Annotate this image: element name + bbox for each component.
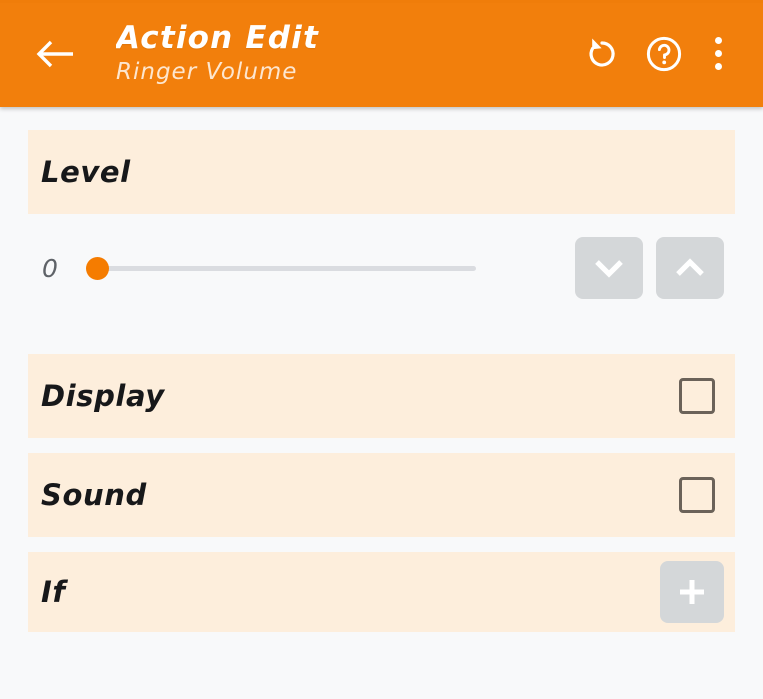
option-row-display[interactable]: Display xyxy=(28,354,735,438)
plus-icon xyxy=(674,574,710,610)
app-header-bar: Action Edit Ringer Volume xyxy=(0,0,763,107)
overflow-menu-button[interactable] xyxy=(695,23,741,85)
help-circle-icon xyxy=(643,33,685,75)
arrow-left-icon xyxy=(35,36,77,72)
chevron-up-icon xyxy=(672,255,708,281)
option-row-sound[interactable]: Sound xyxy=(28,453,735,537)
more-vertical-icon xyxy=(714,37,722,70)
display-checkbox[interactable] xyxy=(679,378,715,414)
slider-track xyxy=(94,265,476,271)
level-decrement-button[interactable] xyxy=(575,237,643,299)
undo-rotate-left-icon xyxy=(582,34,622,74)
level-stepper-group xyxy=(575,237,735,299)
help-button[interactable] xyxy=(633,23,695,85)
header-actions xyxy=(571,23,741,85)
page-subtitle: Ringer Volume xyxy=(116,59,298,84)
back-button[interactable] xyxy=(30,28,82,80)
undo-button[interactable] xyxy=(571,23,633,85)
level-slider-row: 0 xyxy=(28,214,735,322)
header-top-strip xyxy=(0,0,763,3)
chevron-down-icon xyxy=(591,255,627,281)
section-label-level: Level xyxy=(41,155,131,189)
option-label-if: If xyxy=(41,575,66,609)
level-slider[interactable] xyxy=(86,248,476,288)
section-header-level: Level xyxy=(28,130,735,214)
header-titles: Action Edit Ringer Volume xyxy=(116,23,571,84)
if-add-button[interactable] xyxy=(660,561,724,623)
app-screen: Action Edit Ringer Volume Level 0 Displa… xyxy=(0,0,763,699)
level-value-label: 0 xyxy=(42,253,58,283)
settings-content: Level 0 Display Sound If xyxy=(0,130,763,632)
slider-thumb[interactable] xyxy=(86,256,109,280)
page-title: Action Edit xyxy=(116,23,320,56)
option-row-if: If xyxy=(28,552,735,632)
sound-checkbox[interactable] xyxy=(679,477,715,513)
option-label-display: Display xyxy=(41,379,165,413)
level-increment-button[interactable] xyxy=(656,237,724,299)
option-label-sound: Sound xyxy=(41,478,147,512)
